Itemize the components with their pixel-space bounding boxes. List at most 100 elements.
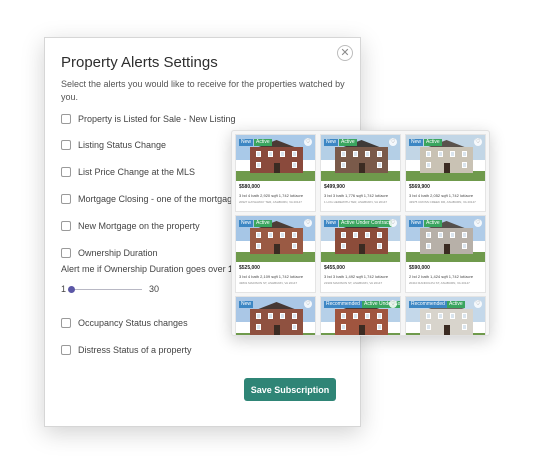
listing-card[interactable]: New Active ♡ $499,900 3 bd 3 bath 1,776 sqft… <box>320 134 401 212</box>
photo-detail <box>292 151 297 157</box>
option-label: Listing Status Change <box>78 140 167 150</box>
listing-specs: 3 bd 3 bath 1,492 sqft 1,742 lot/acre <box>324 274 389 279</box>
ownership-duration-text: Alert me if Ownership Duration goes over… <box>61 264 240 274</box>
ownership-duration-checkbox[interactable] <box>61 248 71 258</box>
photo-detail <box>359 163 365 173</box>
option-price-change[interactable]: List Price Change at the MLS <box>61 165 195 179</box>
listing-card[interactable]: Recommended Active ♡ <box>405 296 486 335</box>
photo-detail <box>426 243 431 249</box>
option-new-mortgage[interactable]: New Mortgage on the property <box>61 219 200 233</box>
listing-address: 1 LOG HEREWITH TER, ASHBURN, VA 20147 <box>324 200 388 204</box>
listing-info: $590,000 2 bd 2 bath 1,424 sqft 1,742 lot… <box>409 265 485 285</box>
heart-icon[interactable]: ♡ <box>474 138 482 146</box>
photo-detail <box>341 324 346 330</box>
listing-status-badge: New <box>239 139 254 146</box>
listing-address: 20927 HATHAWAY TER, ASHBURN, VA 20147 <box>239 200 302 204</box>
photo-detail <box>450 151 455 157</box>
photo-detail <box>377 162 382 168</box>
photo-detail <box>250 147 303 173</box>
listing-specs: 3 bd 4 bath 2,920 sqft 1,742 lot/acre <box>239 193 304 198</box>
photo-detail <box>353 232 358 238</box>
photo-detail <box>292 243 297 249</box>
listing-card[interactable]: RecommendedActive Under Contract♡ <box>320 296 401 335</box>
photo-detail <box>280 232 285 238</box>
new-mortgage-checkbox[interactable] <box>61 221 71 231</box>
option-ownership-duration[interactable]: Ownership Duration <box>61 246 158 260</box>
listing-card[interactable]: New Active ♡ $590,000 2 bd 2 bath 1,424 sqft… <box>405 215 486 293</box>
photo-detail <box>365 232 370 238</box>
listing-status-checkbox[interactable] <box>61 140 71 150</box>
photo-detail <box>444 163 450 173</box>
heart-icon[interactable]: ♡ <box>304 138 312 146</box>
listing-info: $580,000 3 bd 4 bath 2,920 sqft 1,742 lot… <box>239 184 315 204</box>
close-icon[interactable]: ✕ <box>337 45 353 61</box>
photo-detail <box>377 243 382 249</box>
price-change-checkbox[interactable] <box>61 167 71 177</box>
slider-max-label: 30 <box>149 284 160 294</box>
heart-icon[interactable]: ♡ <box>304 219 312 227</box>
listing-address: 21903 MADISON ST, ASHBURN, VA 20147 <box>324 281 383 285</box>
heart-icon[interactable]: ♡ <box>474 219 482 227</box>
listing-price: $580,000 <box>239 184 260 190</box>
occupancy-status-checkbox[interactable] <box>61 318 71 328</box>
photo-detail <box>438 232 443 238</box>
photo-detail <box>450 232 455 238</box>
listing-price: $590,000 <box>409 265 430 271</box>
photo-detail <box>462 162 467 168</box>
option-mortgage-closing[interactable]: Mortgage Closing - one of the mortgages <box>61 192 242 206</box>
option-occupancy-status[interactable]: Occupancy Status changes <box>61 316 188 330</box>
listing-status-badge: New <box>324 220 339 227</box>
photo-detail <box>335 309 388 335</box>
save-subscription-button[interactable]: Save Subscription <box>244 378 336 401</box>
photo-detail <box>268 151 273 157</box>
photo-detail <box>274 325 280 335</box>
heart-icon[interactable]: ♡ <box>389 300 397 308</box>
photo-detail <box>359 325 365 335</box>
photo-detail <box>250 309 303 335</box>
photo-detail <box>426 232 431 238</box>
photo-detail <box>353 151 358 157</box>
option-new-listing[interactable]: Property is Listed for Sale - New Listin… <box>61 112 236 126</box>
listing-status-badge: Active <box>424 139 442 146</box>
property-listings-panel: New Active ♡ $580,000 3 bd 4 bath 2,920 sqft… <box>231 130 490 336</box>
slider-track[interactable] <box>72 289 142 290</box>
listing-specs: 3 bd 4 bath 2,109 sqft 1,742 lot/acre <box>239 274 304 279</box>
photo-detail <box>438 151 443 157</box>
listing-specs: 3 bd 3 bath 1,776 sqft 1,742 lot/acre <box>324 193 389 198</box>
photo-detail <box>353 313 358 319</box>
photo-detail <box>444 325 450 335</box>
photo-detail <box>280 313 285 319</box>
heart-icon[interactable]: ♡ <box>389 138 397 146</box>
photo-detail <box>426 151 431 157</box>
option-distress-status[interactable]: Distress Status of a property <box>61 343 192 357</box>
photo-detail <box>462 324 467 330</box>
listing-status-badge: Active <box>424 220 442 227</box>
slider-thumb[interactable] <box>68 286 75 293</box>
option-label: Ownership Duration <box>78 248 158 258</box>
photo-detail <box>420 147 473 173</box>
listing-card[interactable]: New Active ♡ $580,000 3 bd 4 bath 2,920 sqft… <box>235 134 316 212</box>
distress-status-checkbox[interactable] <box>61 345 71 355</box>
photo-detail <box>256 243 261 249</box>
listing-info: $569,900 3 bd 4 bath 2,052 sqft 1,742 lot… <box>409 184 485 204</box>
listing-card[interactable]: New ♡ <box>235 296 316 335</box>
option-listing-status[interactable]: Listing Status Change <box>61 138 166 152</box>
photo-detail <box>377 232 382 238</box>
heart-icon[interactable]: ♡ <box>474 300 482 308</box>
listing-card[interactable]: New Active ♡ $569,900 3 bd 4 bath 2,052 sqft… <box>405 134 486 212</box>
photo-detail <box>426 313 431 319</box>
listing-card[interactable]: New Active Under Contract ♡ $455,000 3 bd 3 … <box>320 215 401 293</box>
heart-icon[interactable]: ♡ <box>389 219 397 227</box>
mortgage-closing-checkbox[interactable] <box>61 194 71 204</box>
listing-address: 43831 MADISON ST, ASHBURN, VA 20147 <box>239 281 298 285</box>
listing-status-badge: Active <box>447 301 465 308</box>
heart-icon[interactable]: ♡ <box>304 300 312 308</box>
photo-detail <box>426 162 431 168</box>
photo-detail <box>250 228 303 254</box>
listing-price: $455,000 <box>324 265 345 271</box>
duration-prefix: Alert me if Ownership Duration goes over <box>61 264 226 274</box>
listing-card[interactable]: New Active ♡ $525,000 3 bd 4 bath 2,109 sqft… <box>235 215 316 293</box>
photo-detail <box>341 162 346 168</box>
listing-status-badge: New <box>239 220 254 227</box>
new-listing-checkbox[interactable] <box>61 114 71 124</box>
